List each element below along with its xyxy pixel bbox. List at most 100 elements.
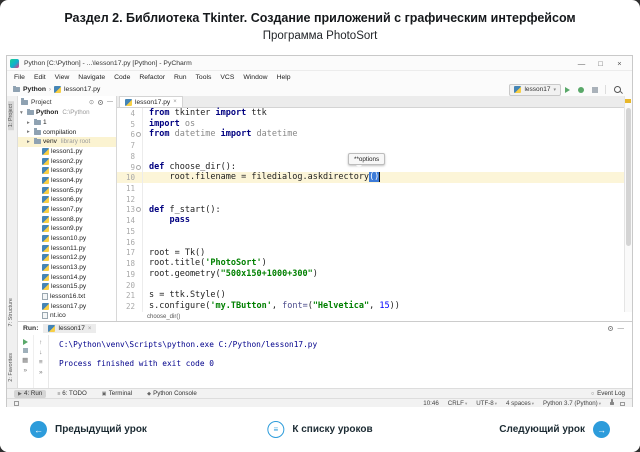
locate-icon[interactable]: ⊙ [89,99,94,106]
code-line-13[interactable]: 13def f_start(): [117,205,626,216]
breadcrumb-file[interactable]: lesson17.py [64,86,100,93]
line-number[interactable]: 9 [117,162,143,173]
line-number[interactable]: 5 [117,119,143,130]
tree-item-lesson2.py[interactable]: lesson2.py [18,156,116,166]
scrollbar-thumb[interactable] [626,108,631,246]
run-toolbar-icon[interactable]: ≡ [39,359,43,366]
tree-item-lesson4.py[interactable]: lesson4.py [18,176,116,186]
code-line-4[interactable]: 4from tkinter import ttk [117,108,626,119]
tree-item-lesson6.py[interactable]: lesson6.py [18,195,116,205]
tree-item-lesson3.py[interactable]: lesson3.py [18,166,116,176]
minimize-button[interactable]: — [572,59,591,68]
line-number[interactable]: 4 [117,108,143,119]
tool-button-favorites[interactable]: 2: Favorites [8,353,14,382]
tree-item-lesson14.py[interactable]: lesson14.py [18,272,116,282]
code-line-21[interactable]: 21s = ttk.Style() [117,290,626,301]
menu-vcs[interactable]: VCS [220,74,234,81]
search-icon[interactable] [614,86,621,93]
run-toolbar-icon[interactable]: ↓ [39,349,42,356]
fold-icon[interactable] [136,165,141,170]
line-number[interactable]: 22 [117,301,143,312]
code-line-17[interactable]: 17root = Tk() [117,248,626,259]
rerun-button[interactable] [23,339,28,345]
code-line-5[interactable]: 5import os [117,119,626,130]
code-line-22[interactable]: 22s.configure('my.TButton', font=("Helve… [117,301,626,312]
code-line-18[interactable]: 18root.title('PhotoSort') [117,258,626,269]
line-number[interactable]: 13 [117,205,143,216]
close-tab-icon[interactable]: × [173,99,177,105]
tool-tab-4-run[interactable]: ▶4: Run [14,390,46,398]
next-lesson-button[interactable]: Следующий урок → [499,421,610,438]
code-line-6[interactable]: 6from datetime import datetime [117,129,626,140]
run-toolbar-icon[interactable]: ▦ [22,356,28,364]
hide-panel-icon[interactable]: — [107,99,113,105]
editor-breadcrumb[interactable]: choose_dir() [147,314,180,320]
tree-item-Python[interactable]: ▾PythonC:\Python [18,108,116,118]
editor-scrollbar[interactable] [624,96,632,312]
run-toolbar-icon[interactable]: » [39,369,43,376]
gear-icon[interactable] [98,100,103,105]
status-item[interactable]: Python 3.7 (Python)▾ [543,400,601,407]
menu-help[interactable]: Help [277,74,291,81]
tree-item-lesson11.py[interactable]: lesson11.py [18,243,116,253]
stop-button[interactable] [592,87,598,93]
code-line-12[interactable]: 12 [117,194,626,205]
tree-item-lesson7.py[interactable]: lesson7.py [18,205,116,215]
code-line-10[interactable]: 10 root.filename = filedialog.askdirecto… [117,172,626,183]
run-toolbar-icon[interactable]: » [23,367,27,374]
maximize-button[interactable]: □ [591,59,610,68]
menu-tools[interactable]: Tools [196,74,212,81]
editor-tab[interactable]: lesson17.py × [119,96,183,107]
menu-edit[interactable]: Edit [34,74,46,81]
tool-tab-python-console[interactable]: ◆Python Console [143,390,201,398]
tool-button-structure[interactable]: 7: Structure [8,298,14,326]
line-number[interactable]: 20 [117,280,143,291]
close-button[interactable]: × [610,59,629,68]
tool-window-switcher-icon[interactable] [14,401,19,406]
close-tab-icon[interactable]: × [88,326,92,332]
debug-button[interactable] [578,87,584,93]
tree-item-lesson10.py[interactable]: lesson10.py [18,234,116,244]
menu-refactor[interactable]: Refactor [139,74,165,81]
menu-run[interactable]: Run [174,74,186,81]
breadcrumb-root[interactable]: Python [23,86,46,93]
tool-tab-6-todo[interactable]: ≡6: TODO [53,390,91,398]
tree-item-lesson12.py[interactable]: lesson12.py [18,253,116,263]
code-line-19[interactable]: 19root.geometry("500x150+1000+300") [117,269,626,280]
line-number[interactable]: 6 [117,129,143,140]
line-number[interactable]: 10 [117,172,143,183]
fold-icon[interactable] [136,132,141,137]
status-item[interactable]: 10:46 [423,400,438,407]
tool-tab-terminal[interactable]: ▣Terminal [98,390,136,398]
tree-item-lesson16.txt[interactable]: lesson16.txt [18,292,116,302]
run-button[interactable] [565,87,570,93]
run-configuration-select[interactable]: lesson17 ▾ [509,84,561,96]
run-toolbar-icon[interactable]: ↑ [39,339,42,346]
line-number[interactable]: 18 [117,258,143,269]
chevron-icon[interactable]: ▾ [20,110,25,116]
tool-button-project[interactable]: 1: Project [8,101,14,130]
tree-item-nt.ico[interactable]: nt.ico [18,311,116,321]
tree-item-lesson13.py[interactable]: lesson13.py [18,263,116,273]
tree-item-lesson8.py[interactable]: lesson8.py [18,214,116,224]
tree-item-lesson9.py[interactable]: lesson9.py [18,224,116,234]
lesson-list-button[interactable]: ≡ К списку уроков [267,421,372,438]
console-output[interactable]: C:\Python\venv\Scripts\python.exe C:/Pyt… [49,335,317,388]
gear-icon[interactable] [608,326,613,331]
line-number[interactable]: 8 [117,151,143,162]
hide-panel-icon[interactable]: — [618,325,625,332]
line-number[interactable]: 15 [117,226,143,237]
tree-item-lesson15.py[interactable]: lesson15.py [18,282,116,292]
run-tab[interactable]: lesson17 × [43,324,96,333]
code-line-16[interactable]: 16 [117,237,626,248]
line-number[interactable]: 11 [117,183,143,194]
menu-file[interactable]: File [14,74,25,81]
line-number[interactable]: 7 [117,140,143,151]
stop-process-button[interactable] [23,348,28,353]
line-number[interactable]: 16 [117,237,143,248]
tree-item-lesson17.py[interactable]: lesson17.py [18,301,116,311]
status-item[interactable]: CRLF▾ [448,400,467,407]
menu-window[interactable]: Window [243,74,267,81]
line-number[interactable]: 12 [117,194,143,205]
status-item[interactable]: 4 spaces▾ [506,400,534,407]
